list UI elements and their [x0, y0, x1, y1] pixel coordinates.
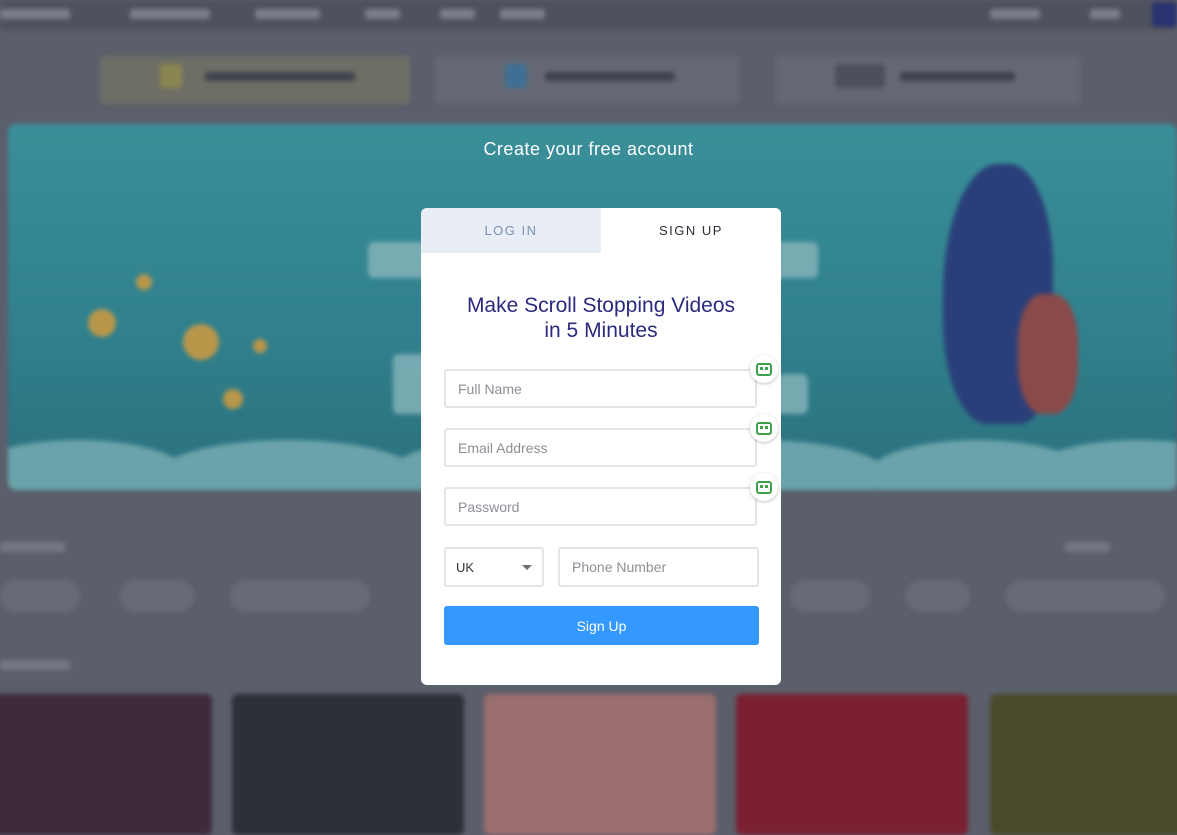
password-input[interactable] — [444, 487, 757, 526]
country-select[interactable]: UK — [444, 547, 544, 587]
form-title-line1: Make Scroll Stopping Videos — [466, 294, 736, 317]
page-headline: Create your free account — [483, 139, 694, 159]
country-select-value: UK — [456, 559, 475, 575]
password-manager-icon[interactable] — [750, 355, 778, 383]
phone-input[interactable] — [558, 547, 759, 587]
caret-down-icon — [522, 564, 532, 570]
bg-navbar — [0, 0, 1177, 30]
form-title-line2: in 5 Minutes — [544, 319, 658, 342]
bg-feature-bar — [95, 50, 1085, 110]
auth-tabs: LOG IN SIGN UP — [421, 208, 781, 253]
tab-signup[interactable]: SIGN UP — [601, 208, 781, 253]
password-manager-icon[interactable] — [750, 414, 778, 442]
signup-modal: LOG IN SIGN UP Make Scroll Stopping Vide… — [421, 208, 781, 685]
password-manager-icon[interactable] — [750, 473, 778, 501]
sign-up-button[interactable]: Sign Up — [444, 606, 759, 645]
tab-login[interactable]: LOG IN — [421, 208, 601, 253]
full-name-input[interactable] — [444, 369, 757, 408]
email-input[interactable] — [444, 428, 757, 467]
form-title: Make Scroll Stopping Videos in 5 Minutes — [451, 293, 751, 343]
